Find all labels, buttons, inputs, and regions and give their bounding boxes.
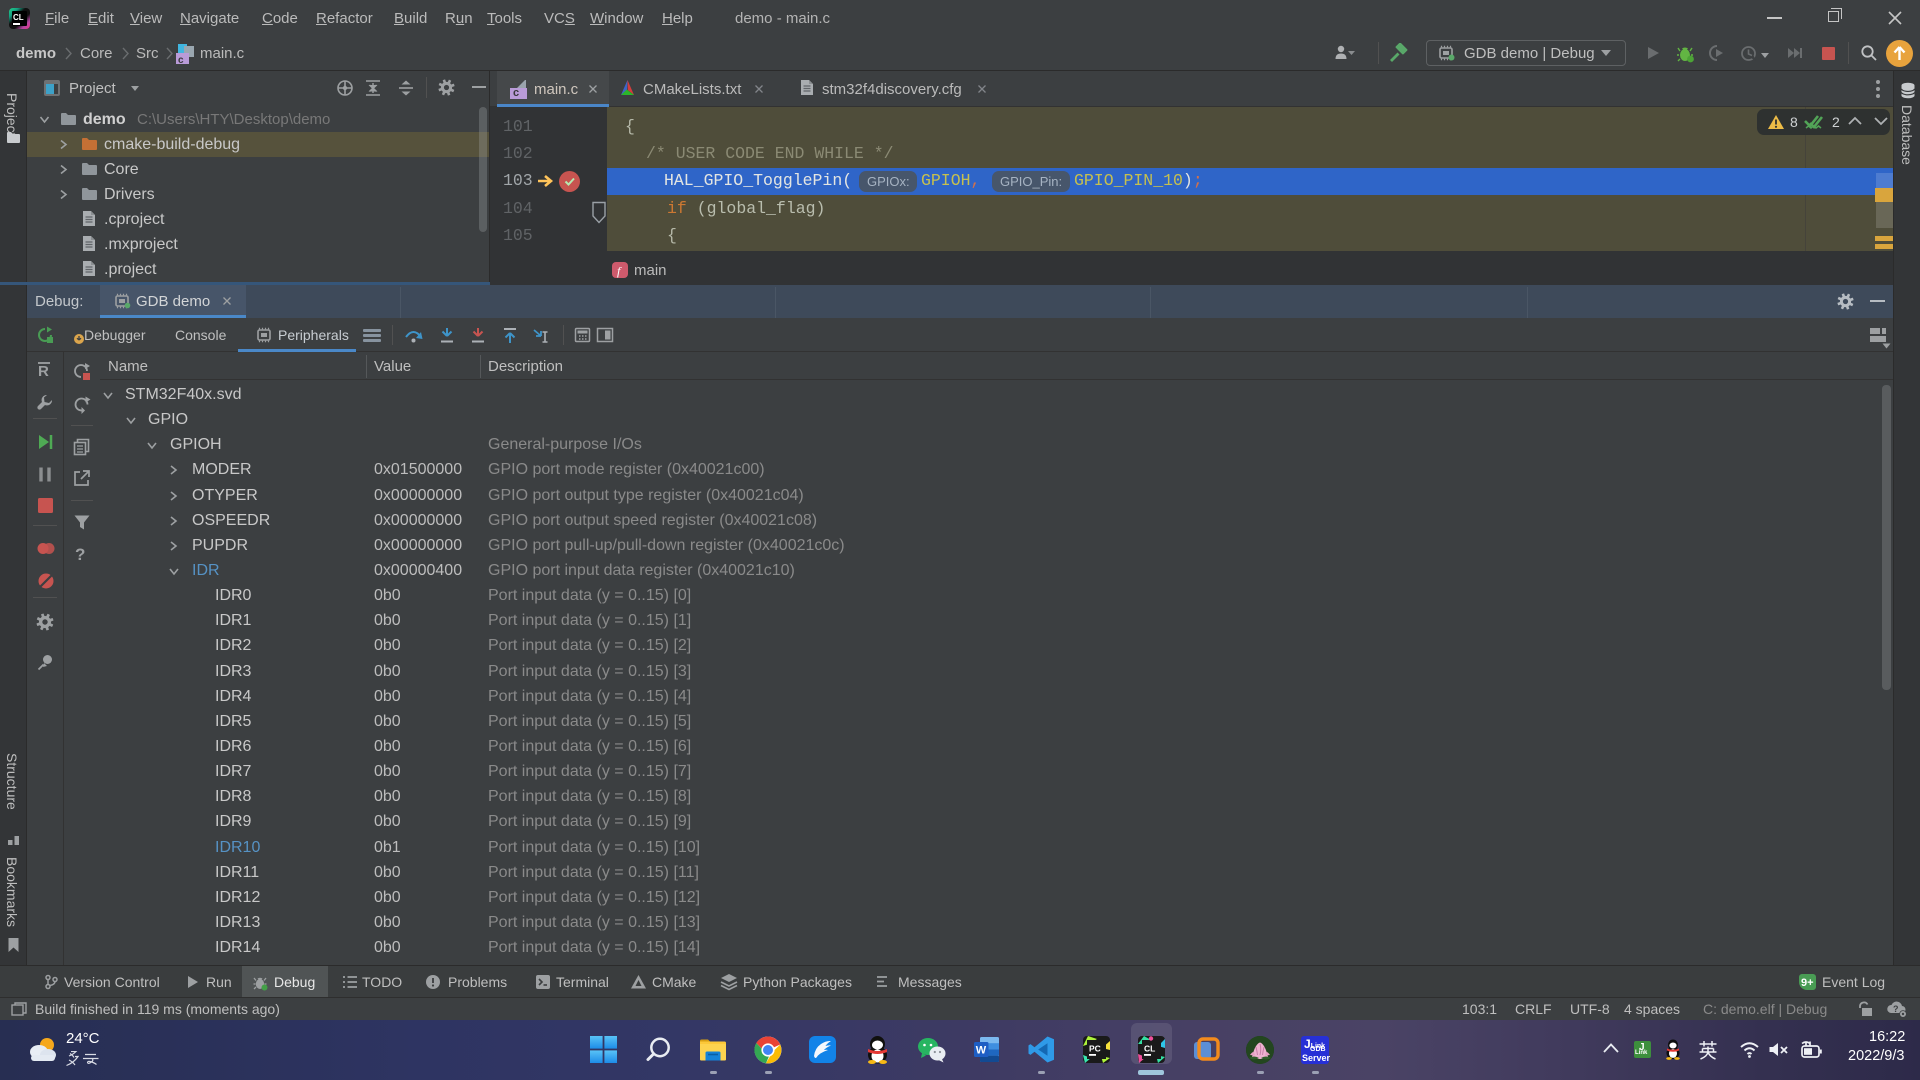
svg-text:PC: PC <box>1089 1044 1101 1054</box>
svg-text:CL: CL <box>1144 1044 1155 1054</box>
svg-text:W: W <box>976 1045 987 1057</box>
svg-text:R: R <box>38 363 49 380</box>
svg-text:?: ? <box>1893 1004 1899 1014</box>
